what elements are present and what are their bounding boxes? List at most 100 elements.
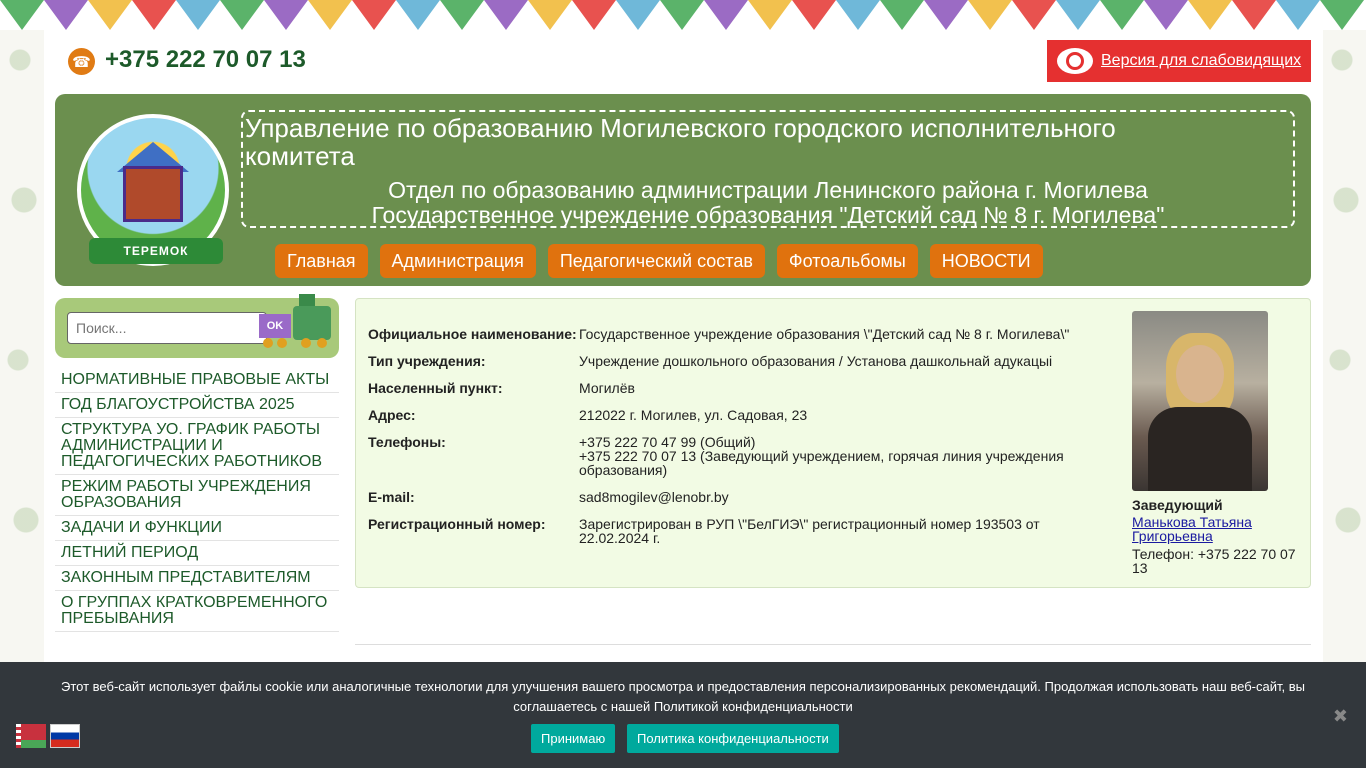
logo-ribbon: ТЕРЕМОК [89,238,223,264]
phone-number[interactable]: +375 222 70 07 13 [105,46,306,74]
subtitle-line-1: Отдел по образованию администрации Ленин… [388,177,1148,203]
train-wheel [317,338,327,348]
info-key: Регистрационный номер: [368,516,546,532]
train-wheel [277,338,287,348]
info-row: Тип учреждения: Учреждение дошкольного о… [368,354,1088,368]
info-key: Населенный пункт: [368,380,503,396]
low-vision-version-button[interactable]: Версия для слабовидящих [1047,40,1311,82]
cookie-banner: Этот веб-сайт использует файлы cookie ил… [0,662,1366,768]
sidebar-menu: НОРМАТИВНЫЕ ПРАВОВЫЕ АКТЫ ГОД БЛАГОУСТРО… [55,368,339,632]
language-belarusian-flag[interactable] [16,724,46,748]
low-vision-label: Версия для слабовидящих [1101,52,1302,69]
sidebar-item-summer[interactable]: ЛЕТНИЙ ПЕРИОД [55,541,339,566]
info-row: Официальное наименование: Государственно… [368,327,1088,341]
sidebar-item-parents[interactable]: ЗАКОННЫМ ПРЕДСТАВИТЕЛЯМ [55,566,339,591]
info-row: Регистрационный номер: Зарегистрирован в… [368,517,1088,545]
info-value-email[interactable]: sad8mogilev@lenobr.by [579,490,1079,504]
bunting-flag [132,0,176,30]
nav-teaching-staff[interactable]: Педагогический состав [547,244,765,278]
content-divider [355,644,1311,645]
sidebar-item-short-stay-groups[interactable]: О ГРУППАХ КРАТКОВРЕМЕННОГО ПРЕБЫВАНИЯ [55,591,339,632]
bunting-flag [792,0,836,30]
bunting-flag [528,0,572,30]
search-ok-button[interactable]: OK [259,314,291,338]
sidebar-item-tasks[interactable]: ЗАДАЧИ И ФУНКЦИИ [55,516,339,541]
info-row: Телефоны: +375 222 70 47 99 (Общий) +375… [368,435,1088,477]
main-nav: Главная Администрация Педагогический сос… [275,244,1043,278]
close-icon[interactable]: ✖ [1333,706,1348,727]
info-value: Государственное учреждение образования \… [579,326,1070,342]
photo-body [1148,407,1252,491]
head-photo [1132,311,1268,491]
bunting-flag [1100,0,1144,30]
nav-home[interactable]: Главная [275,244,368,278]
language-russian-flag[interactable] [50,724,80,748]
eye-icon [1057,48,1093,74]
cookie-text: Этот веб-сайт использует файлы cookie ил… [61,679,1305,714]
sidebar-item-work-mode[interactable]: РЕЖИМ РАБОТЫ УЧРЕЖДЕНИЯ ОБРАЗОВАНИЯ [55,475,339,516]
bunting-flag [572,0,616,30]
bunting-flag [748,0,792,30]
subtitle-line-2: Государственное учреждение образования "… [371,202,1165,228]
nav-administration[interactable]: Администрация [379,244,536,278]
sidebar-item-structure[interactable]: СТРУКТУРА УО. ГРАФИК РАБОТЫ АДМИНИСТРАЦИ… [55,418,339,475]
bunting-flag [220,0,264,30]
bunting-flag [924,0,968,30]
bunting-flag [88,0,132,30]
site-logo[interactable]: ТЕРЕМОК [77,114,229,266]
logo-house [123,166,183,222]
info-row: E-mail: sad8mogilev@lenobr.by [368,490,1088,504]
photo-face [1176,345,1224,403]
info-row: Населенный пункт: Могилёв [368,381,1088,395]
train-wheel [301,338,311,348]
head-position: Заведующий [1132,497,1223,513]
head-name-link[interactable]: Манькова Татьяна Григорьевна [1132,515,1292,543]
info-key: E-mail: [368,489,415,505]
info-value: Могилёв [579,380,635,396]
search-panel: OK [55,294,339,358]
nav-photo-albums[interactable]: Фотоальбомы [776,244,918,278]
cookie-policy-button[interactable]: Политика конфиденциальности [627,724,839,753]
site-title: Управление по образованию Могилевского г… [245,113,1116,171]
bunting-flag [484,0,528,30]
info-key: Официальное наименование: [368,326,577,342]
sidebar-item-improvement-year[interactable]: ГОД БЛАГОУСТРОЙСТВА 2025 [55,393,339,418]
bunting-flag [1056,0,1100,30]
side-decoration-left [0,0,44,768]
info-table: Официальное наименование: Государственно… [368,327,1088,558]
bunting-flag [1276,0,1320,30]
sidebar-item-normative-acts[interactable]: НОРМАТИВНЫЕ ПРАВОВЫЕ АКТЫ [55,368,339,393]
top-bar: ☎ +375 222 70 07 13 Версия для слабовидя… [44,30,1323,94]
bunting-flag [1144,0,1188,30]
site-header: ТЕРЕМОК Управление по образованию Могиле… [55,94,1311,286]
search-submit-train-icon[interactable]: OK [259,292,335,352]
site-title-box: Управление по образованию Могилевского г… [241,110,1295,228]
bunting-flag [836,0,880,30]
page-container: ☎ +375 222 70 07 13 Версия для слабовидя… [44,30,1323,768]
nav-news[interactable]: НОВОСТИ [929,244,1043,278]
bunting-garland [0,0,1366,30]
bunting-flag [396,0,440,30]
info-value: +375 222 70 47 99 (Общий) +375 222 70 07… [579,434,1064,478]
bunting-flag [176,0,220,30]
bunting-flag [1012,0,1056,30]
cookie-accept-button[interactable]: Принимаю [531,724,616,753]
bunting-flag [308,0,352,30]
phone-icon: ☎ [68,48,95,75]
bunting-flag [440,0,484,30]
info-value: Учреждение дошкольного образования / Уст… [579,353,1053,369]
site-subtitle: Отдел по образованию администрации Ленин… [243,178,1293,228]
bunting-flag [616,0,660,30]
bunting-flag [880,0,924,30]
train-cab [293,306,331,340]
bunting-flag [44,0,88,30]
bunting-flag [352,0,396,30]
bunting-flag [0,0,44,30]
train-wheel [263,338,273,348]
bunting-flag [1232,0,1276,30]
info-value: Зарегистрирован в РУП \"БелГИЭ\" регистр… [579,516,1040,546]
info-row: Адрес: 212022 г. Могилев, ул. Садовая, 2… [368,408,1088,422]
info-value: 212022 г. Могилев, ул. Садовая, 23 [579,407,808,423]
bunting-flag [264,0,308,30]
search-input[interactable] [67,312,267,344]
